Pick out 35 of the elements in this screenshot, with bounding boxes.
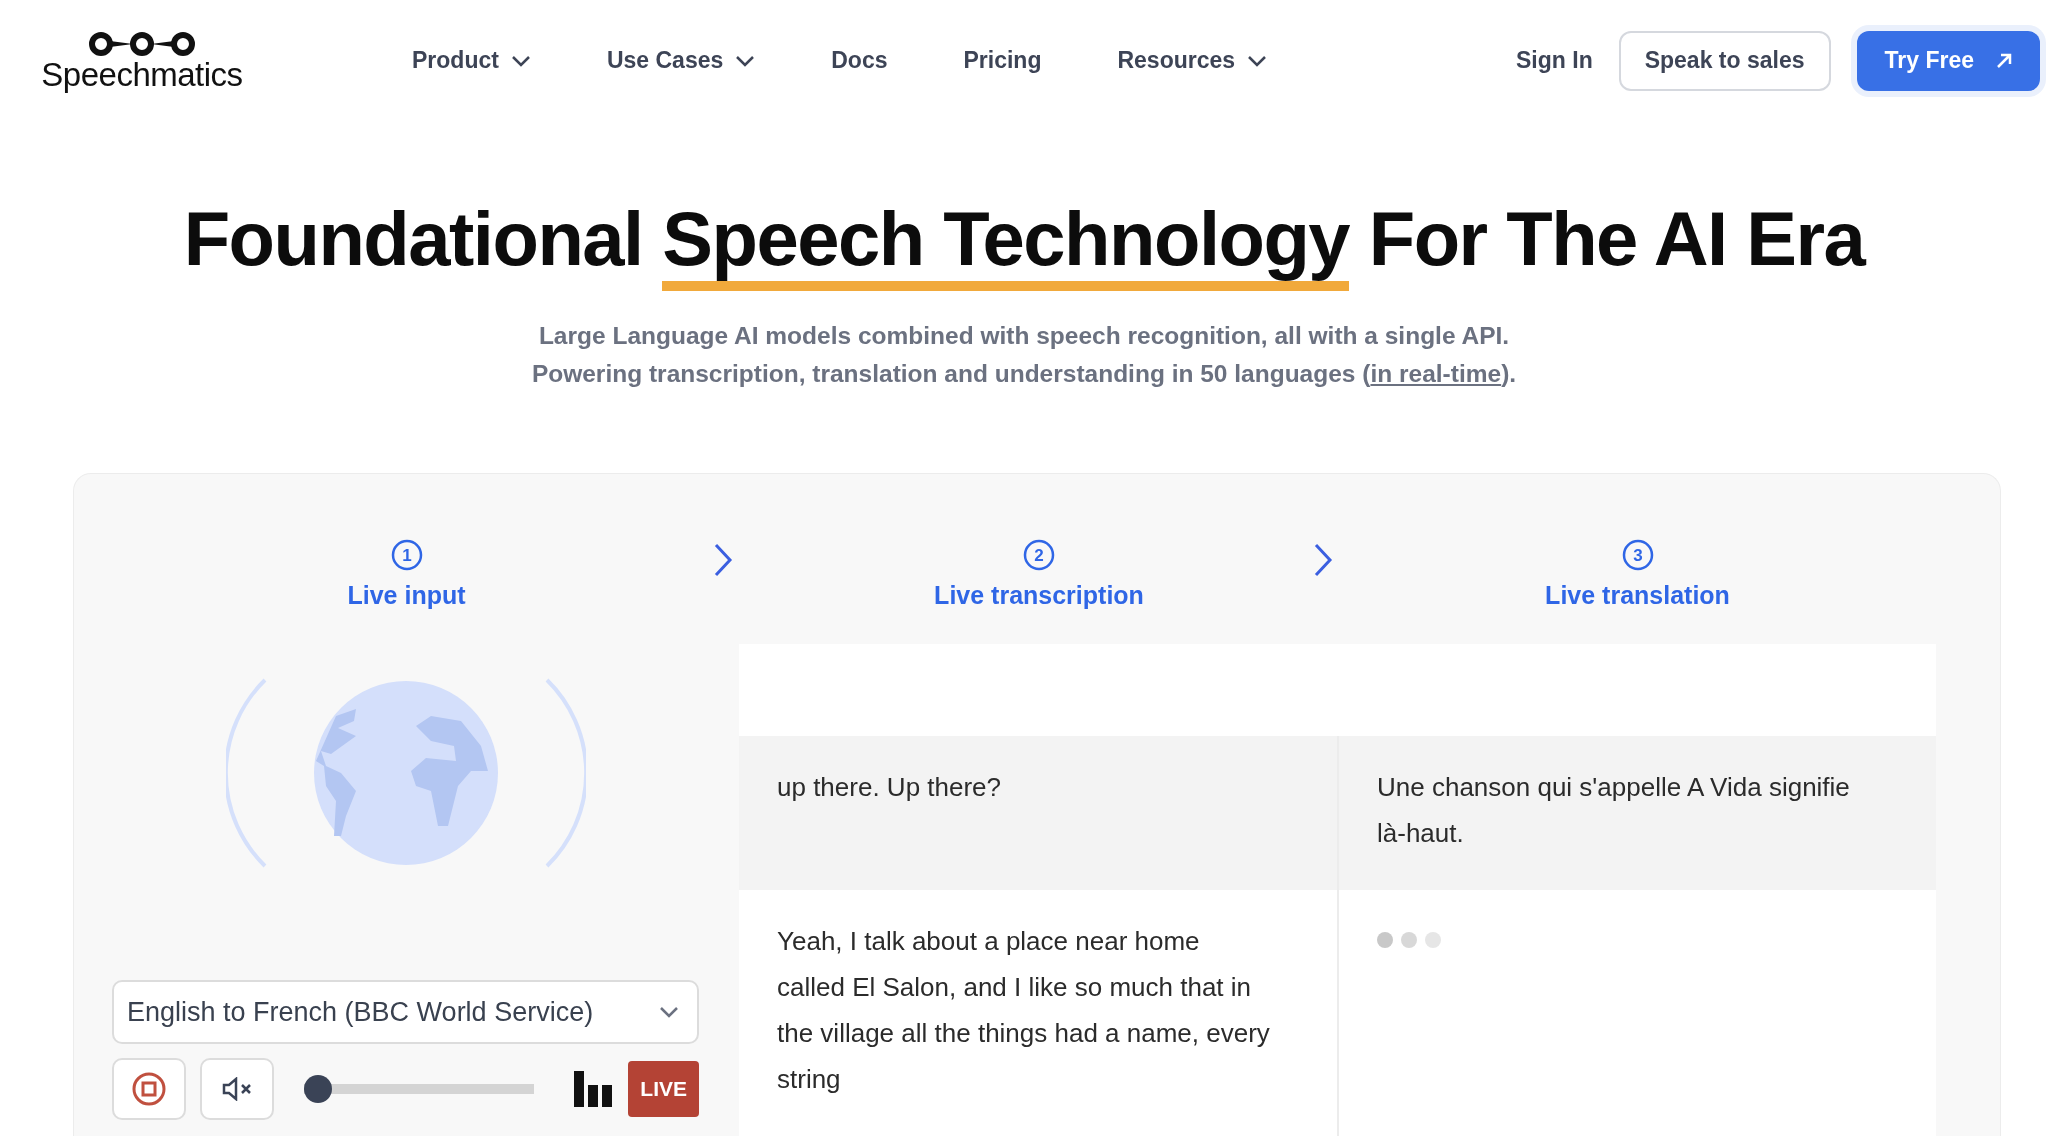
nav-link[interactable]: Pricing xyxy=(963,47,1042,75)
arrow-up-right-icon xyxy=(1996,52,2012,69)
stop-button[interactable] xyxy=(112,1058,186,1120)
sign-in-link[interactable]: Sign In xyxy=(1516,47,1593,75)
live-badge: LIVE xyxy=(628,1061,699,1117)
nav-link[interactable]: Docs xyxy=(831,47,888,75)
chevron-right-icon xyxy=(713,542,733,578)
brand-name: Speechmatics xyxy=(41,58,243,92)
nav-link[interactable]: Resources xyxy=(1117,47,1268,75)
step-number-icon: 1 xyxy=(390,538,423,571)
chevron-right-icon xyxy=(1313,542,1333,578)
translation-text: Une chanson qui s'appelle A Vida signifie là-haut. xyxy=(1377,772,1850,848)
source-select[interactable]: English to French (BBC World Service) xyxy=(112,980,699,1044)
speaker-muted-icon xyxy=(221,1077,253,1101)
step-number-icon: 2 xyxy=(1023,538,1055,571)
step-number-icon: 3 xyxy=(1621,538,1654,571)
stop-icon xyxy=(131,1071,167,1107)
hero-subtitle: Large Language AI models combined with speech recognition, all with a single API. Powering transcription, translation and understanding in 50 languages (in real-time). xyxy=(531,321,1517,389)
nav-link[interactable]: Product xyxy=(412,47,531,75)
mute-button[interactable] xyxy=(200,1058,274,1120)
speak-to-sales-button[interactable]: Speak to sales xyxy=(1618,30,1831,91)
transcription-text: up there. Up there? xyxy=(777,772,1002,802)
bar-chart-icon xyxy=(574,1071,615,1107)
chevron-down-icon xyxy=(510,54,531,67)
logo-icon xyxy=(87,30,197,59)
step-label: Live translation xyxy=(1545,580,1730,610)
step-label: Live transcription xyxy=(934,580,1144,610)
nav-link[interactable]: Use Cases xyxy=(606,47,756,75)
chevron-down-icon xyxy=(735,54,756,67)
chevron-down-icon xyxy=(659,1006,679,1018)
hero-title: Foundational Speech Technology For The AI Era xyxy=(183,197,1865,295)
step-label: Live input xyxy=(347,580,466,610)
typing-indicator-icon xyxy=(1377,932,1441,948)
chevron-down-icon xyxy=(1247,54,1268,67)
transcription-text: Yeah, I talk about a place near home called El Salon, and I like so much that in the village all the things had a name, every string xyxy=(777,926,1270,1094)
